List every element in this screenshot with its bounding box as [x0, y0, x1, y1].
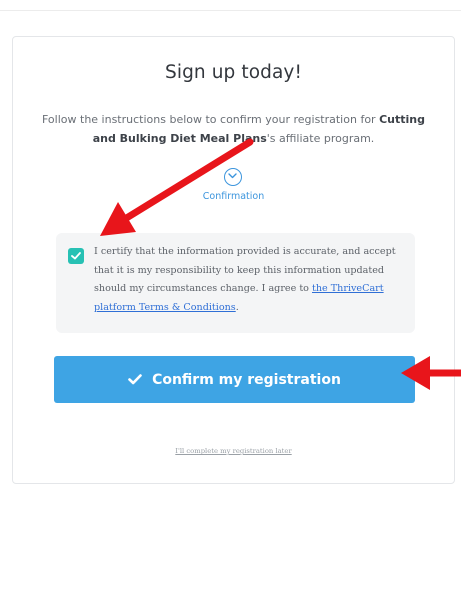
page-title: Sign up today! — [165, 62, 302, 83]
certify-text-end: . — [235, 301, 239, 313]
confirm-registration-button[interactable]: Confirm my registration — [54, 356, 415, 403]
chevron-down-icon — [224, 168, 242, 186]
certify-text: I certify that the information provided … — [94, 243, 404, 317]
page: Sign up today! Follow the instructions b… — [0, 0, 461, 616]
intro-suffix: 's affiliate program. — [266, 132, 375, 145]
top-strip — [0, 0, 461, 11]
check-icon — [128, 374, 142, 385]
intro-text: Follow the instructions below to confirm… — [41, 110, 426, 148]
intro-prefix: Follow the instructions below to confirm… — [42, 113, 380, 126]
certify-checkbox[interactable] — [68, 248, 84, 264]
complete-later-link[interactable]: I'll complete my registration later — [13, 447, 454, 455]
check-icon — [71, 252, 81, 260]
step-label: Confirmation — [202, 191, 265, 202]
signup-card: Sign up today! Follow the instructions b… — [12, 36, 455, 484]
certify-box: I certify that the information provided … — [56, 233, 415, 333]
confirm-button-label: Confirm my registration — [152, 371, 341, 388]
